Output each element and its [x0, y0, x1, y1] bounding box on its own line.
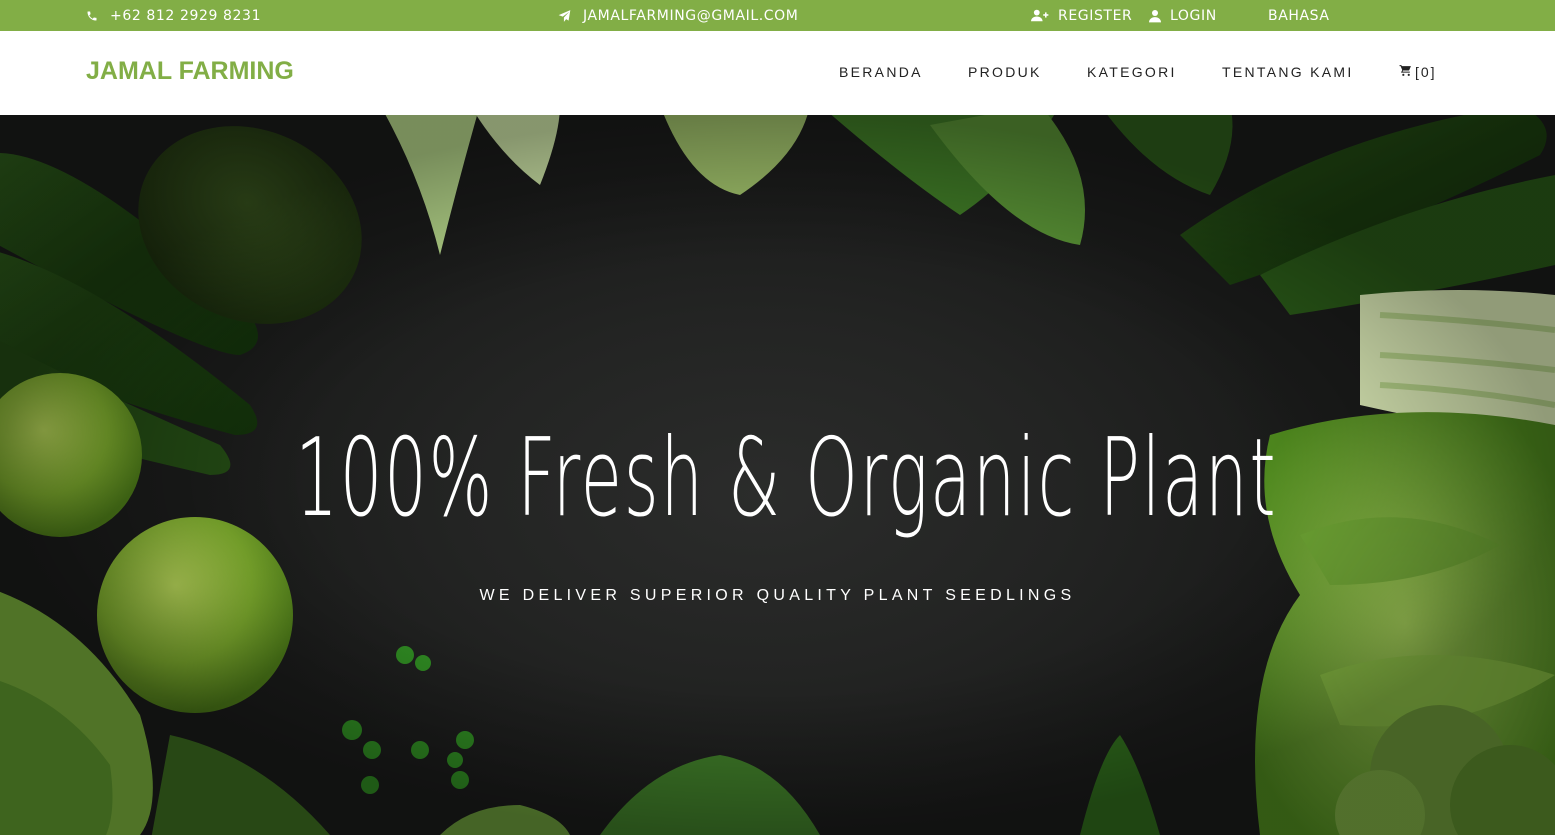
nav-cart[interactable]: [0] — [1399, 64, 1437, 80]
phone-number: +62 812 2929 8231 — [110, 7, 262, 24]
language-selector[interactable]: BAHASA — [1268, 0, 1330, 31]
user-plus-icon — [1031, 9, 1049, 22]
paper-plane-icon — [557, 9, 572, 23]
user-icon — [1149, 9, 1161, 23]
hero-title: 100% Fresh & Organic Plant — [295, 416, 1278, 541]
nav-link-beranda[interactable]: BERANDA — [839, 64, 923, 80]
cart-icon — [1399, 64, 1415, 80]
phone-contact[interactable]: +62 812 2929 8231 — [86, 0, 261, 31]
login-label: LOGIN — [1170, 7, 1217, 24]
brand-logo[interactable]: JAMAL FARMING — [86, 57, 294, 86]
hero-banner: 100% Fresh & Organic Plant WE DELIVER SU… — [0, 115, 1555, 835]
main-navbar: JAMAL FARMING BERANDA PRODUK KATEGORI TE… — [0, 31, 1555, 115]
nav-link-produk[interactable]: PRODUK — [968, 64, 1042, 80]
phone-icon — [86, 10, 98, 22]
register-link[interactable]: REGISTER — [1031, 0, 1132, 31]
email-address: JAMALFARMING@GMAIL.COM — [583, 7, 799, 24]
top-contact-bar: +62 812 2929 8231 JAMALFARMING@GMAIL.COM… — [0, 0, 1555, 31]
nav-link-kategori[interactable]: KATEGORI — [1087, 64, 1177, 80]
nav-link-tentang-kami[interactable]: TENTANG KAMI — [1222, 64, 1354, 80]
language-label: BAHASA — [1268, 7, 1330, 24]
cart-count: [0] — [1415, 64, 1437, 80]
hero-subtitle: WE DELIVER SUPERIOR QUALITY PLANT SEEDLI… — [479, 587, 1076, 604]
email-contact[interactable]: JAMALFARMING@GMAIL.COM — [557, 0, 798, 31]
register-label: REGISTER — [1058, 7, 1133, 24]
login-link[interactable]: LOGIN — [1149, 0, 1217, 31]
